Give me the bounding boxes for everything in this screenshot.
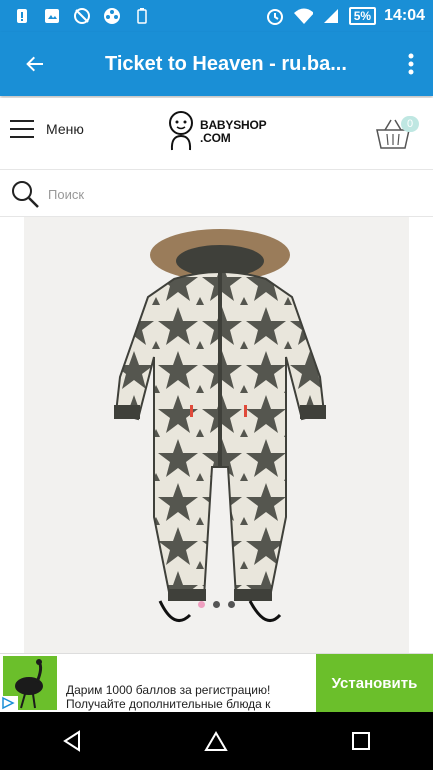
gallery-dot-2[interactable]: [213, 601, 220, 608]
baby-logo-icon: [169, 111, 193, 151]
notification-alert-icon: [12, 6, 32, 26]
nav-home-button[interactable]: [186, 712, 246, 770]
overflow-menu-button[interactable]: [395, 48, 427, 80]
cart-count-badge: 0: [401, 116, 419, 132]
arrow-left-icon: [26, 56, 43, 72]
gallery-pagination: [24, 601, 409, 608]
nav-recents-button[interactable]: [331, 712, 391, 770]
back-button[interactable]: [0, 32, 70, 96]
cart-button[interactable]: 0: [375, 112, 419, 152]
gallery-dot-3[interactable]: [228, 601, 235, 608]
image-icon: [42, 6, 62, 26]
product-content: [0, 217, 433, 653]
back-triangle-icon: [63, 730, 81, 752]
signal-icon: [321, 6, 341, 26]
app-title: Ticket to Heaven - ru.ba...: [105, 52, 347, 75]
status-right: 5% 14:04: [265, 0, 425, 32]
menu-label: Меню: [46, 121, 84, 137]
hamburger-icon: [10, 120, 34, 138]
app-bar: Ticket to Heaven - ru.ba...: [0, 32, 433, 96]
no-camera-icon: [72, 6, 92, 26]
gallery-dot-1[interactable]: [198, 601, 205, 608]
wifi-icon: [293, 6, 313, 26]
ad-line1: Дарим 1000 баллов за регистрацию!: [66, 683, 271, 697]
ad-line2: Получайте дополнительные блюда к: [66, 697, 271, 711]
home-icon: [204, 731, 229, 751]
clock: 14:04: [384, 7, 425, 24]
alarm-icon: [265, 6, 285, 26]
ad-text: Дарим 1000 баллов за регистрацию! Получа…: [66, 683, 316, 711]
nav-back-button[interactable]: [42, 712, 102, 770]
recents-square-icon: [351, 732, 370, 750]
product-gallery[interactable]: [24, 217, 409, 653]
battery-level: 5%: [348, 7, 377, 25]
logo-text: BABYSHOP .COM: [200, 119, 267, 145]
search-bar: [0, 171, 433, 217]
site-header: Меню BABYSHOP .COM 0: [0, 98, 433, 170]
product-image: [114, 229, 326, 623]
system-nav-bar: [0, 712, 433, 770]
battery-saver-icon: [132, 6, 152, 26]
film-reel-icon: [102, 6, 122, 26]
status-left: [0, 6, 152, 26]
search-input[interactable]: [48, 183, 408, 205]
ad-install-button[interactable]: Установить: [316, 654, 433, 712]
status-bar: 5% 14:04: [0, 0, 433, 32]
menu-button[interactable]: Меню: [10, 118, 84, 140]
ad-banner[interactable]: Дарим 1000 баллов за регистрацию! Получа…: [0, 653, 433, 712]
babyshop-logo[interactable]: BABYSHOP .COM: [166, 110, 267, 154]
more-vertical-icon: [408, 53, 414, 75]
search-icon[interactable]: [10, 179, 40, 209]
logo-line2: .COM: [200, 131, 231, 145]
adchoices-icon[interactable]: [0, 696, 18, 712]
